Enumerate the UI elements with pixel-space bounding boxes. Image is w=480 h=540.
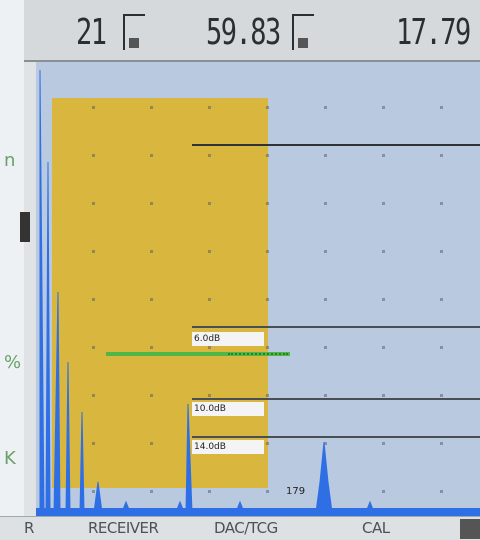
- menu-end-block: [460, 519, 480, 539]
- menu-dac-tcg[interactable]: DAC/TCG: [214, 519, 278, 537]
- left-strip: n % K: [0, 0, 30, 539]
- left-mark-2: %: [4, 352, 22, 373]
- readout-2: 59.83: [206, 10, 315, 54]
- menu-receiver[interactable]: RECEIVER: [88, 519, 159, 537]
- menu-r[interactable]: R: [24, 519, 34, 537]
- gate-symbol-icon: [123, 14, 146, 50]
- a-scan-display[interactable]: 6.0dB 10.0dB 14.0dB 179: [36, 62, 480, 516]
- left-mark-1: n: [4, 150, 16, 171]
- menu-cal[interactable]: CAL: [362, 519, 390, 537]
- readout-1-value: 21: [76, 11, 107, 53]
- peak-label: 179: [286, 486, 306, 497]
- gate-symbol-icon: [292, 14, 315, 50]
- readout-2-value: 59.83: [206, 11, 281, 53]
- measurement-readout-bar: 21 59.83 17.79: [24, 0, 480, 62]
- flaw-detector-screen: n % K 21 59.83 17.79 6.0dB 10.0dB 14.0dB: [0, 0, 480, 540]
- echo-signal-waveform: [36, 69, 480, 516]
- bottom-menu-bar: R RECEIVER DAC/TCG CAL: [0, 516, 480, 540]
- readout-1: 21: [76, 10, 146, 54]
- left-indicator-block: [20, 212, 30, 242]
- left-mark-3: K: [4, 448, 16, 469]
- readout-3-value: 17.79: [396, 11, 471, 53]
- readout-3: 17.79: [396, 10, 480, 54]
